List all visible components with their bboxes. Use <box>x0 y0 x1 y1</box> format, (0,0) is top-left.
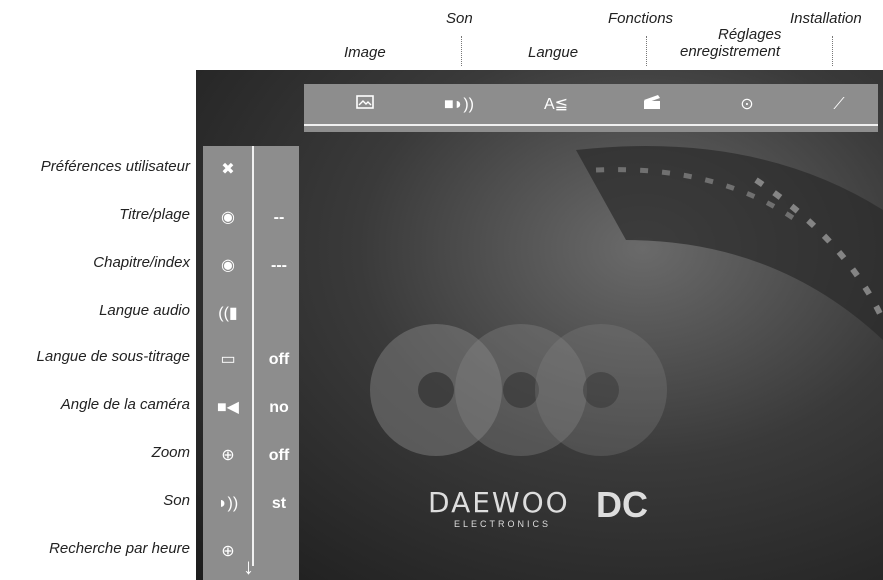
caption-reglages-line1: Réglages <box>718 26 782 43</box>
side-menu-divider <box>252 146 254 566</box>
title-disc-icon[interactable]: ◉ <box>215 206 241 230</box>
label-preferences-utilisateur: Préférences utilisateur <box>40 158 190 175</box>
subtitle-icon[interactable]: ▭ <box>215 348 241 372</box>
dvd-screen: ■◗)) A≦ ⊙ ⟋ ✖ ◉ -- ◉ --- ((▮ ▭ off ■◀ no… <box>196 70 883 580</box>
label-titre-plage: Titre/plage <box>119 206 190 223</box>
speaker-icon[interactable]: ■◗)) <box>444 94 474 116</box>
caption-langue: Langue <box>528 44 579 61</box>
record-disc-icon[interactable]: ⊙ <box>732 94 762 116</box>
label-chapitre-index: Chapitre/index <box>93 254 190 271</box>
scroll-down-arrow-icon[interactable]: ↓ <box>243 556 254 578</box>
logo-mark: DC <box>596 484 648 525</box>
speaker-icon[interactable]: ◗)) <box>215 492 241 516</box>
label-angle-camera: Angle de la caméra <box>60 396 190 413</box>
language-icon[interactable]: A≦ <box>541 94 571 116</box>
logo-sub: ELECTRONICS <box>454 519 552 529</box>
caption-installation: Installation <box>790 10 862 27</box>
caption-installation-connector <box>832 36 833 66</box>
value-angle-camera: no <box>269 399 289 416</box>
value-langue-sous-titrage: off <box>268 351 290 368</box>
value-zoom: off <box>268 447 290 464</box>
label-langue-sous-titrage: Langue de sous-titrage <box>36 348 190 365</box>
tools-icon[interactable]: ✖ <box>215 158 241 182</box>
picture-icon[interactable] <box>350 94 380 116</box>
label-recherche-par-heure: Recherche par heure <box>49 540 190 557</box>
caption-image: Image <box>344 44 386 61</box>
label-langue-audio: Langue audio <box>99 302 190 319</box>
audio-language-icon[interactable]: ((▮ <box>215 302 241 326</box>
daewoo-logo: DAEWOO ELECTRONICS DC <box>428 484 648 529</box>
value-son: st <box>271 495 287 512</box>
top-menu-bar: ■◗)) A≦ ⊙ ⟋ <box>304 84 878 132</box>
chapter-disc-icon[interactable]: ◉ <box>215 254 241 278</box>
label-zoom: Zoom <box>151 444 190 461</box>
wrench-icon[interactable]: ⟋ <box>824 94 854 116</box>
value-chapitre-index: --- <box>271 257 287 274</box>
label-son: Son <box>163 492 190 509</box>
caption-reglages-line2: enregistrement <box>680 43 781 60</box>
value-titre-plage: -- <box>273 209 285 226</box>
caption-son-connector <box>461 36 462 66</box>
caption-fonctions: Fonctions <box>608 10 674 27</box>
logo-brand: DAEWOO <box>428 486 570 519</box>
clapperboard-icon[interactable] <box>637 94 667 116</box>
top-menu-underline <box>304 124 878 126</box>
camera-icon[interactable]: ■◀ <box>215 396 241 420</box>
zoom-icon[interactable]: ⊕ <box>215 444 241 468</box>
side-menu-bar: ✖ ◉ -- ◉ --- ((▮ ▭ off ■◀ no ⊕ off ◗)) s… <box>203 146 299 580</box>
caption-fonctions-connector <box>646 36 647 66</box>
caption-son: Son <box>446 10 473 27</box>
time-search-icon[interactable]: ⊕ <box>215 540 241 564</box>
